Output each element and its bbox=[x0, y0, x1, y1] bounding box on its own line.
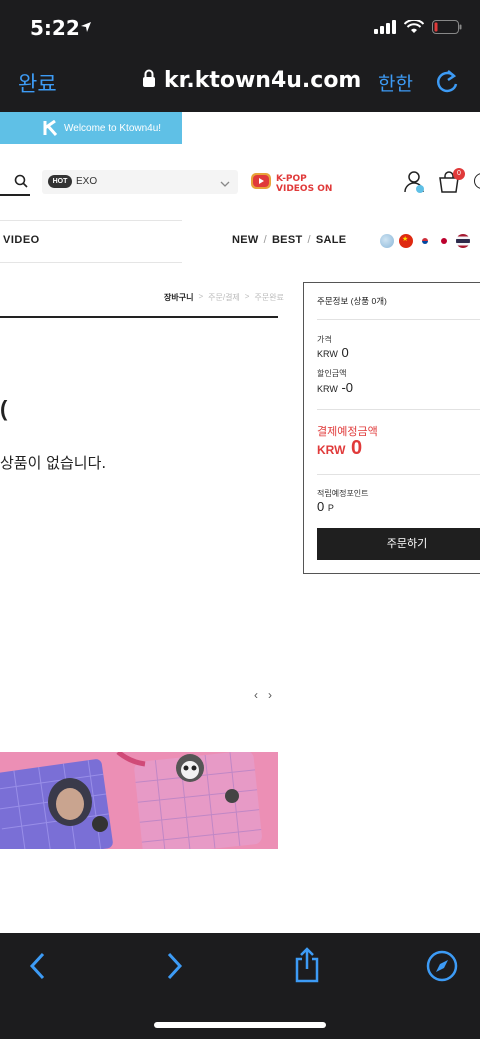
nav-new-link[interactable]: NEW bbox=[232, 234, 259, 246]
browser-url-bar: 완료 kr.ktown4u.com 한한 bbox=[0, 56, 480, 112]
price-value: KRW 0 bbox=[317, 345, 349, 360]
nav-separator: / bbox=[307, 234, 311, 246]
chevron-down-icon bbox=[220, 176, 230, 194]
thailand-flag-icon[interactable] bbox=[456, 234, 470, 248]
translate-button[interactable]: 한한 bbox=[378, 69, 413, 96]
back-icon[interactable] bbox=[28, 951, 48, 986]
share-icon[interactable] bbox=[293, 947, 321, 988]
welcome-text: Welcome to Ktown4u! bbox=[64, 122, 162, 134]
breadcrumb-complete: 주문완료 bbox=[254, 293, 284, 302]
hot-badge: HOT bbox=[48, 175, 72, 188]
hot-keyword-select[interactable]: HOT EXO bbox=[42, 170, 238, 194]
url-text: kr.ktown4u.com bbox=[164, 68, 362, 93]
nav-divider-top bbox=[0, 220, 182, 221]
battery-icon bbox=[432, 20, 462, 39]
location-arrow-icon bbox=[80, 20, 92, 38]
order-summary-panel: 주문정보 (상품 0개) 가격 KRW 0 할인금액 KRW -0 결제예정금액… bbox=[303, 282, 480, 574]
url-field[interactable]: kr.ktown4u.com bbox=[142, 68, 361, 93]
discount-value: KRW -0 bbox=[317, 380, 353, 395]
play-logo-icon bbox=[250, 171, 272, 196]
china-flag-icon[interactable]: ★ bbox=[399, 234, 413, 248]
order-summary-title: 주문정보 (상품 0개) bbox=[317, 296, 387, 306]
discount-amount: -0 bbox=[341, 380, 354, 395]
carousel-next-button[interactable]: › bbox=[268, 688, 272, 702]
points-amount: 0 bbox=[317, 499, 325, 514]
discount-currency: KRW bbox=[317, 384, 338, 394]
price-currency: KRW bbox=[317, 349, 338, 359]
carousel-prev-button[interactable]: ‹ bbox=[254, 688, 258, 702]
order-summary-divider bbox=[317, 409, 480, 410]
payment-currency: KRW bbox=[317, 443, 346, 457]
browser-toolbar bbox=[0, 933, 480, 1039]
empty-cart-message: 상품이 없습니다. bbox=[0, 454, 107, 472]
breadcrumb-separator: > bbox=[198, 292, 204, 301]
price-label: 가격 bbox=[317, 335, 332, 344]
reload-icon[interactable] bbox=[434, 68, 460, 101]
status-indicators bbox=[374, 18, 462, 39]
nav-divider-bottom bbox=[0, 262, 182, 263]
search-icon[interactable] bbox=[14, 174, 28, 193]
signal-icon bbox=[374, 20, 396, 39]
japan-flag-icon[interactable] bbox=[437, 234, 451, 248]
breadcrumb-separator: > bbox=[244, 292, 250, 301]
cart-title-fragment: ( bbox=[0, 396, 8, 421]
points-unit: P bbox=[327, 503, 334, 513]
kpop-logo-line2: VIDEOS ON bbox=[276, 183, 333, 194]
promo-banner-image[interactable] bbox=[0, 752, 278, 849]
kpop-videos-logo[interactable]: K-POP VIDEOS ON bbox=[250, 171, 332, 196]
discount-label: 할인금액 bbox=[317, 369, 347, 378]
status-time: 5:22 bbox=[30, 16, 80, 40]
wifi-icon bbox=[403, 18, 425, 39]
ktown-k-logo bbox=[43, 119, 61, 139]
language-flags: ★ bbox=[380, 234, 470, 248]
status-bar: 5:22 bbox=[0, 0, 480, 56]
korea-flag-icon[interactable] bbox=[418, 234, 432, 248]
order-summary-divider bbox=[317, 474, 480, 475]
breadcrumb-checkout: 주문/결제 bbox=[208, 293, 240, 302]
globe-icon[interactable] bbox=[380, 234, 394, 248]
order-button[interactable]: 주문하기 bbox=[317, 528, 480, 560]
kpop-logo-line1: K-POP bbox=[276, 173, 307, 184]
hot-keyword-value: EXO bbox=[76, 176, 98, 187]
nav-links: NEW / BEST / SALE bbox=[232, 234, 346, 246]
payment-value: KRW 0 bbox=[317, 437, 362, 460]
breadcrumb: 장바구니 > 주문/결제 > 주문완료 bbox=[164, 292, 284, 303]
welcome-banner: Welcome to Ktown4u! bbox=[0, 112, 182, 144]
lock-icon bbox=[142, 68, 156, 93]
done-button[interactable]: 완료 bbox=[18, 68, 57, 98]
nav-sale-link[interactable]: SALE bbox=[316, 234, 347, 246]
title-underline bbox=[0, 316, 278, 318]
home-indicator bbox=[154, 1022, 326, 1028]
user-icon[interactable] bbox=[404, 170, 426, 199]
search-box[interactable] bbox=[0, 170, 30, 196]
breadcrumb-cart: 장바구니 bbox=[164, 293, 194, 302]
points-label: 적립예정포인트 bbox=[317, 489, 369, 498]
points-value: 0 P bbox=[317, 499, 334, 514]
cart-count-badge: 0 bbox=[453, 168, 465, 180]
compass-icon[interactable] bbox=[426, 950, 458, 987]
order-summary-divider bbox=[317, 319, 480, 320]
nav-video-link[interactable]: VIDEO bbox=[3, 234, 40, 246]
nav-best-link[interactable]: BEST bbox=[272, 234, 303, 246]
forward-icon[interactable] bbox=[164, 951, 184, 986]
payment-amount: 0 bbox=[351, 437, 363, 459]
price-amount: 0 bbox=[341, 345, 349, 360]
clock-icon[interactable] bbox=[474, 173, 480, 189]
nav-separator: / bbox=[263, 234, 267, 246]
